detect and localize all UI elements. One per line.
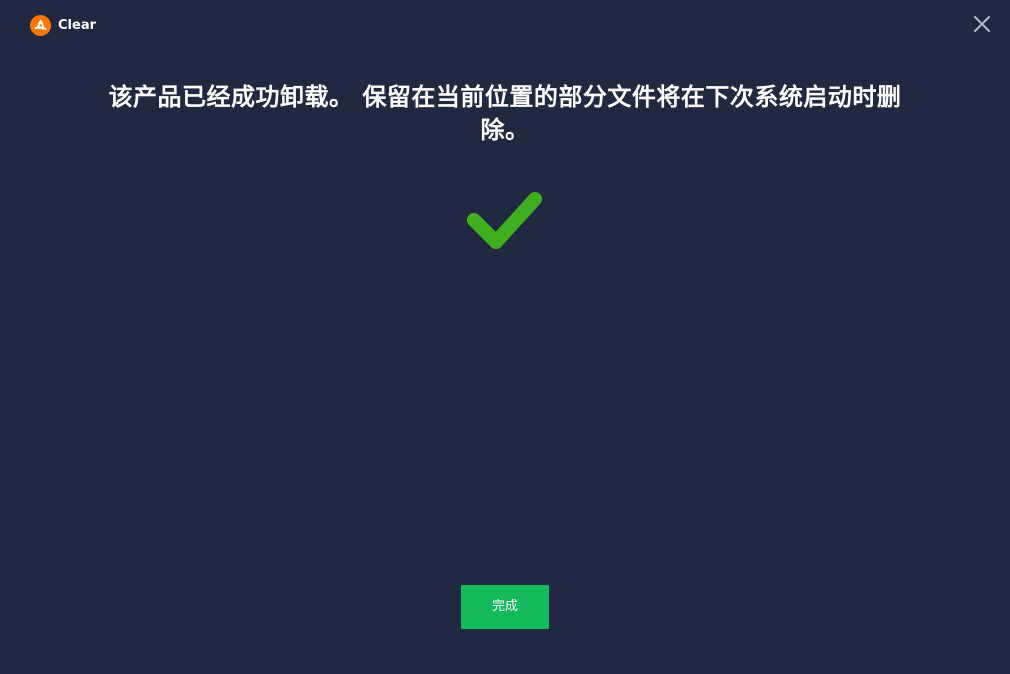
uninstall-success-message: 该产品已经成功卸载。 保留在当前位置的部分文件将在下次系统启动时删除。 — [108, 82, 902, 144]
app-name: Clear — [58, 18, 96, 33]
close-button[interactable] — [972, 14, 992, 34]
close-icon — [974, 16, 990, 32]
uninstall-window: Clear 该产品已经成功卸载。 保留在当前位置的部分文件将在下次系统启动时删除… — [0, 0, 1010, 674]
avast-logo-icon — [30, 15, 51, 36]
title-bar: Clear — [0, 0, 1010, 52]
finish-button[interactable]: 完成 — [461, 585, 549, 629]
checkmark-icon — [466, 189, 544, 255]
